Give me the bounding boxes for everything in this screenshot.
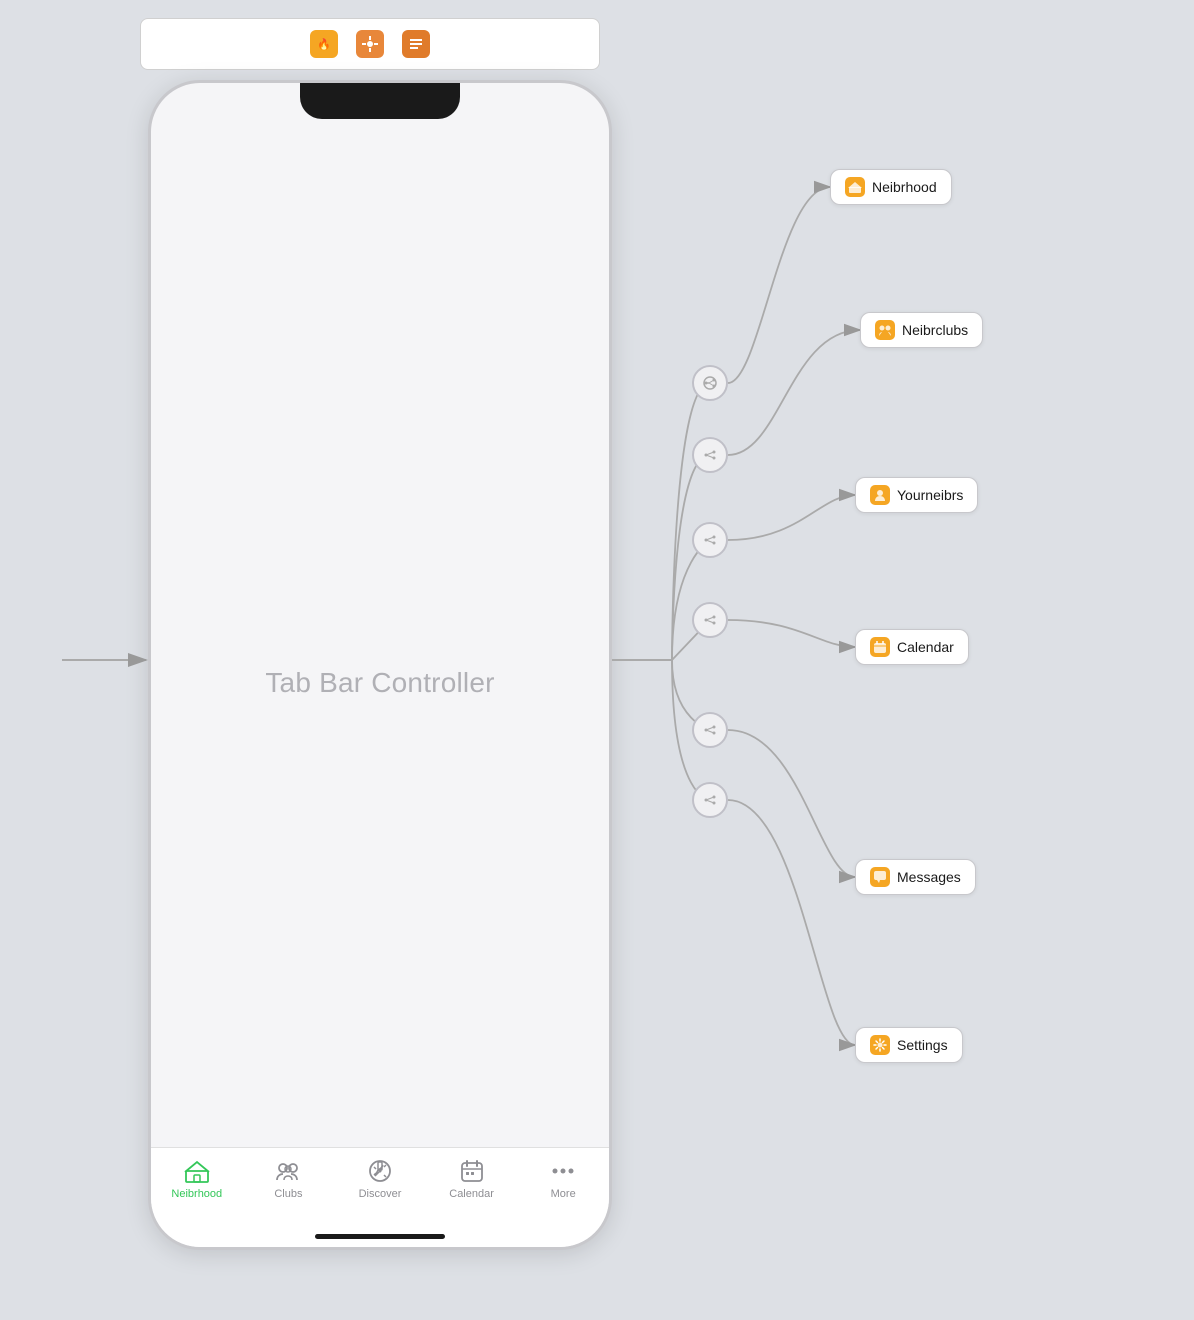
dest-messages-icon	[870, 867, 890, 887]
discover-tab-label: Discover	[359, 1188, 402, 1200]
dest-calendar[interactable]: Calendar	[855, 629, 969, 665]
toolbar-icon-1[interactable]: 🔥	[310, 30, 338, 58]
dest-messages-label: Messages	[897, 869, 961, 885]
nav-node-5	[692, 712, 728, 748]
tab-discover[interactable]: Discover	[334, 1158, 426, 1200]
tab-calendar[interactable]: Calendar	[426, 1158, 518, 1200]
dest-settings[interactable]: Settings	[855, 1027, 963, 1063]
nav-node-2	[692, 437, 728, 473]
dest-neibrclubs[interactable]: Neibrclubs	[860, 312, 983, 348]
more-tab-label: More	[551, 1188, 576, 1200]
dest-yourneibrs[interactable]: Yourneibrs	[855, 477, 978, 513]
nav-node-4	[692, 602, 728, 638]
nav-node-3	[692, 522, 728, 558]
phone-frame: Tab Bar Controller Neibrhood	[148, 80, 612, 1250]
dest-settings-icon	[870, 1035, 890, 1055]
calendar-tab-label: Calendar	[449, 1188, 494, 1200]
svg-text:🔥: 🔥	[317, 38, 331, 51]
tab-bar: Neibrhood Clubs	[151, 1147, 609, 1247]
dest-settings-label: Settings	[897, 1037, 948, 1053]
phone-content: Tab Bar Controller	[151, 119, 609, 1247]
nav-node-6	[692, 782, 728, 818]
nav-node-1	[692, 365, 728, 401]
dest-calendar-icon	[870, 637, 890, 657]
phone-notch	[300, 83, 460, 119]
dest-neibrhood-icon	[845, 177, 865, 197]
home-indicator	[315, 1234, 445, 1239]
toolbar-icon-2[interactable]	[356, 30, 384, 58]
neibrhood-tab-label: Neibrhood	[171, 1188, 222, 1200]
dest-yourneibrs-label: Yourneibrs	[897, 487, 963, 503]
clubs-tab-label: Clubs	[274, 1188, 302, 1200]
tab-bar-controller-label: Tab Bar Controller	[265, 667, 494, 699]
more-icon	[550, 1158, 576, 1184]
dest-neibrclubs-label: Neibrclubs	[902, 322, 968, 338]
dest-neibrclubs-icon	[875, 320, 895, 340]
dest-neibrhood-label: Neibrhood	[872, 179, 937, 195]
tab-more[interactable]: More	[517, 1158, 609, 1200]
dest-messages[interactable]: Messages	[855, 859, 976, 895]
toolbar: 🔥	[140, 18, 600, 70]
dest-neibrhood[interactable]: Neibrhood	[830, 169, 952, 205]
discover-icon	[367, 1158, 393, 1184]
dest-calendar-label: Calendar	[897, 639, 954, 655]
tab-neibrhood[interactable]: Neibrhood	[151, 1158, 243, 1200]
toolbar-icon-3[interactable]	[402, 30, 430, 58]
calendar-icon	[459, 1158, 485, 1184]
tab-clubs[interactable]: Clubs	[243, 1158, 335, 1200]
clubs-icon	[275, 1158, 301, 1184]
dest-yourneibrs-icon	[870, 485, 890, 505]
neibrhood-icon	[184, 1158, 210, 1184]
